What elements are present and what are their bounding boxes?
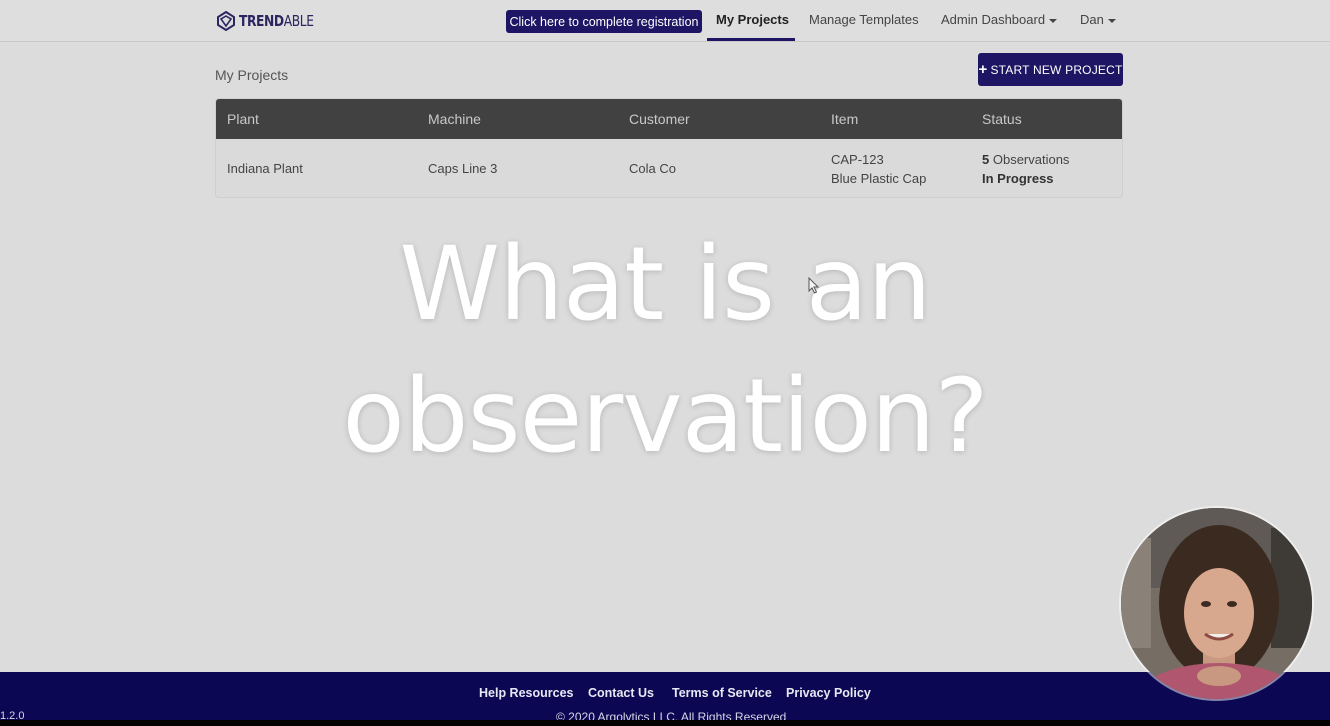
nav-manage-templates[interactable]: Manage Templates	[809, 12, 919, 27]
presenter-webcam-video	[1121, 508, 1312, 699]
footer-copyright: © 2020 Argolytics LLC. All Rights Reserv…	[556, 710, 787, 720]
brand-logo-text: TRENDABLE	[239, 12, 314, 30]
nav-active-indicator	[707, 38, 795, 41]
nav-admin-dashboard[interactable]: Admin Dashboard	[941, 12, 1058, 27]
nav-user-menu[interactable]: Dan	[1080, 12, 1116, 27]
column-header-status[interactable]: Status	[982, 111, 1022, 127]
status-text: In Progress	[982, 171, 1054, 186]
trendable-logo-icon	[217, 11, 235, 31]
column-header-machine[interactable]: Machine	[428, 111, 481, 127]
presenter-portrait-image	[1121, 508, 1312, 699]
item-code: CAP-123	[831, 152, 884, 167]
start-new-project-label: START NEW PROJECT	[990, 62, 1123, 77]
overlay-caption-line-2: observation?	[342, 357, 988, 476]
cell-status: 5 Observations In Progress	[982, 150, 1069, 188]
cell-item: CAP-123 Blue Plastic Cap	[831, 150, 926, 188]
mouse-cursor-icon	[808, 277, 820, 294]
footer-link-help-resources[interactable]: Help Resources	[479, 686, 573, 700]
page-title: My Projects	[215, 67, 289, 83]
item-name: Blue Plastic Cap	[831, 171, 927, 186]
column-header-customer[interactable]: Customer	[629, 111, 690, 127]
app-screen: TRENDABLE Click here to complete registr…	[0, 0, 1330, 720]
table-row[interactable]: Indiana Plant Caps Line 3 Cola Co CAP-12…	[216, 139, 1122, 197]
cell-machine: Caps Line 3	[428, 161, 498, 176]
table-header: Plant Machine Customer Item Status	[216, 99, 1122, 139]
nav-admin-dashboard-label: Admin Dashboard	[941, 12, 1046, 27]
footer-link-privacy-policy[interactable]: Privacy Policy	[786, 686, 871, 700]
footer: Help Resources Contact Us Terms of Servi…	[0, 672, 1330, 720]
footer-link-contact-us[interactable]: Contact Us	[588, 686, 654, 700]
start-new-project-button[interactable]: + START NEW PROJECT	[978, 53, 1123, 86]
observations-label: Observations	[989, 152, 1070, 167]
column-header-plant[interactable]: Plant	[227, 111, 259, 127]
caret-down-icon	[1049, 18, 1058, 23]
complete-registration-button[interactable]: Click here to complete registration	[506, 10, 702, 33]
observations-summary: 5 Observations	[982, 150, 1069, 169]
caret-down-icon	[1107, 18, 1116, 23]
overlay-caption-line-1: What is an	[399, 225, 931, 344]
footer-link-terms-of-service[interactable]: Terms of Service	[672, 686, 772, 700]
projects-table: Plant Machine Customer Item Status India…	[215, 98, 1123, 198]
cell-plant: Indiana Plant	[227, 161, 303, 176]
cell-customer: Cola Co	[629, 161, 676, 176]
nav-my-projects[interactable]: My Projects	[716, 12, 789, 27]
column-header-item[interactable]: Item	[831, 111, 858, 127]
plus-icon: +	[978, 60, 988, 78]
nav-user-name: Dan	[1080, 12, 1104, 27]
brand-logo[interactable]: TRENDABLE	[216, 10, 330, 32]
app-version: 1.2.0	[0, 710, 25, 720]
top-navbar: TRENDABLE Click here to complete registr…	[0, 0, 1330, 42]
